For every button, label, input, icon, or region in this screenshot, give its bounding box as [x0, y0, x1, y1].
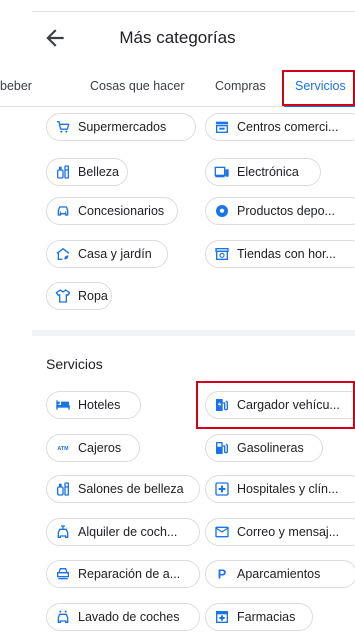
chip-salones-de-belleza[interactable]: Salones de belleza [46, 475, 200, 503]
chip-cargador-vehiculos[interactable]: Cargador vehícu... [205, 391, 355, 419]
tab-servicios[interactable]: Servicios [295, 79, 346, 93]
chip-centros-comerciales[interactable]: Centros comerci... [205, 113, 355, 141]
mail-icon [214, 524, 230, 540]
chip-hoteles[interactable]: Hoteles [46, 391, 141, 419]
clock-store-icon [214, 246, 230, 262]
store-icon [214, 119, 230, 135]
car-rental-icon [55, 524, 71, 540]
hospital-icon [214, 481, 230, 497]
chip-concesionarios[interactable]: Concesionarios [46, 197, 178, 225]
page-title: Más categorías [119, 28, 236, 47]
soccer-ball-icon [214, 203, 230, 219]
chip-correo-y-mensajeria[interactable]: Correo y mensaj... [205, 518, 355, 546]
svg-text:ATM: ATM [57, 446, 69, 452]
chip-electronica[interactable]: Electrónica [205, 158, 321, 186]
chip-alquiler-de-coches[interactable]: Alquiler de coch... [46, 518, 200, 546]
chip-aparcamientos[interactable]: P Aparcamientos [205, 560, 355, 588]
chip-productos-deportivos[interactable]: Productos depo... [205, 197, 355, 225]
svg-text:P: P [218, 568, 227, 582]
services-section-title: Servicios [46, 356, 103, 372]
beauty-icon [55, 164, 71, 180]
chip-ropa[interactable]: Ropa [46, 282, 112, 310]
chip-supermercados[interactable]: Supermercados [46, 113, 196, 141]
bed-icon [55, 397, 71, 413]
chip-farmacias[interactable]: Farmacias [205, 603, 313, 631]
app-header: Más categorías [0, 16, 355, 62]
gas-station-icon [214, 440, 230, 456]
chip-belleza[interactable]: Belleza [46, 158, 128, 186]
car-repair-icon [55, 566, 71, 582]
chip-lavado-de-coches[interactable]: Lavado de coches [46, 603, 200, 631]
pharmacy-icon [214, 609, 230, 625]
atm-icon: ATM [55, 440, 71, 456]
chip-casa-y-jardin[interactable]: Casa y jardín [46, 240, 168, 268]
tab-beber[interactable]: beber [0, 79, 32, 93]
category-tabs: beber Cosas que hacer Compras Servicios [0, 70, 355, 107]
chip-tiendas-con-horario[interactable]: Tiendas con hor... [205, 240, 355, 268]
shirt-icon [55, 288, 71, 304]
car-wash-icon [55, 609, 71, 625]
car-icon [55, 203, 71, 219]
chip-gasolineras[interactable]: Gasolineras [205, 434, 323, 462]
active-tab-indicator [284, 104, 355, 107]
tab-cosas-que-hacer[interactable]: Cosas que hacer [90, 79, 185, 93]
cart-icon [55, 119, 71, 135]
section-divider [32, 330, 355, 336]
chip-hospitales-y-clinicas[interactable]: Hospitales y clín... [205, 475, 355, 503]
ev-charger-icon [214, 397, 230, 413]
beauty-icon [55, 481, 71, 497]
top-divider [32, 11, 355, 12]
home-garden-icon [55, 246, 71, 262]
chip-cajeros[interactable]: ATM Cajeros [46, 434, 140, 462]
chip-reparacion-de-automoviles[interactable]: Reparación de a... [46, 560, 200, 588]
parking-icon: P [214, 566, 230, 582]
electronics-icon [214, 164, 230, 180]
tab-compras[interactable]: Compras [215, 79, 266, 93]
